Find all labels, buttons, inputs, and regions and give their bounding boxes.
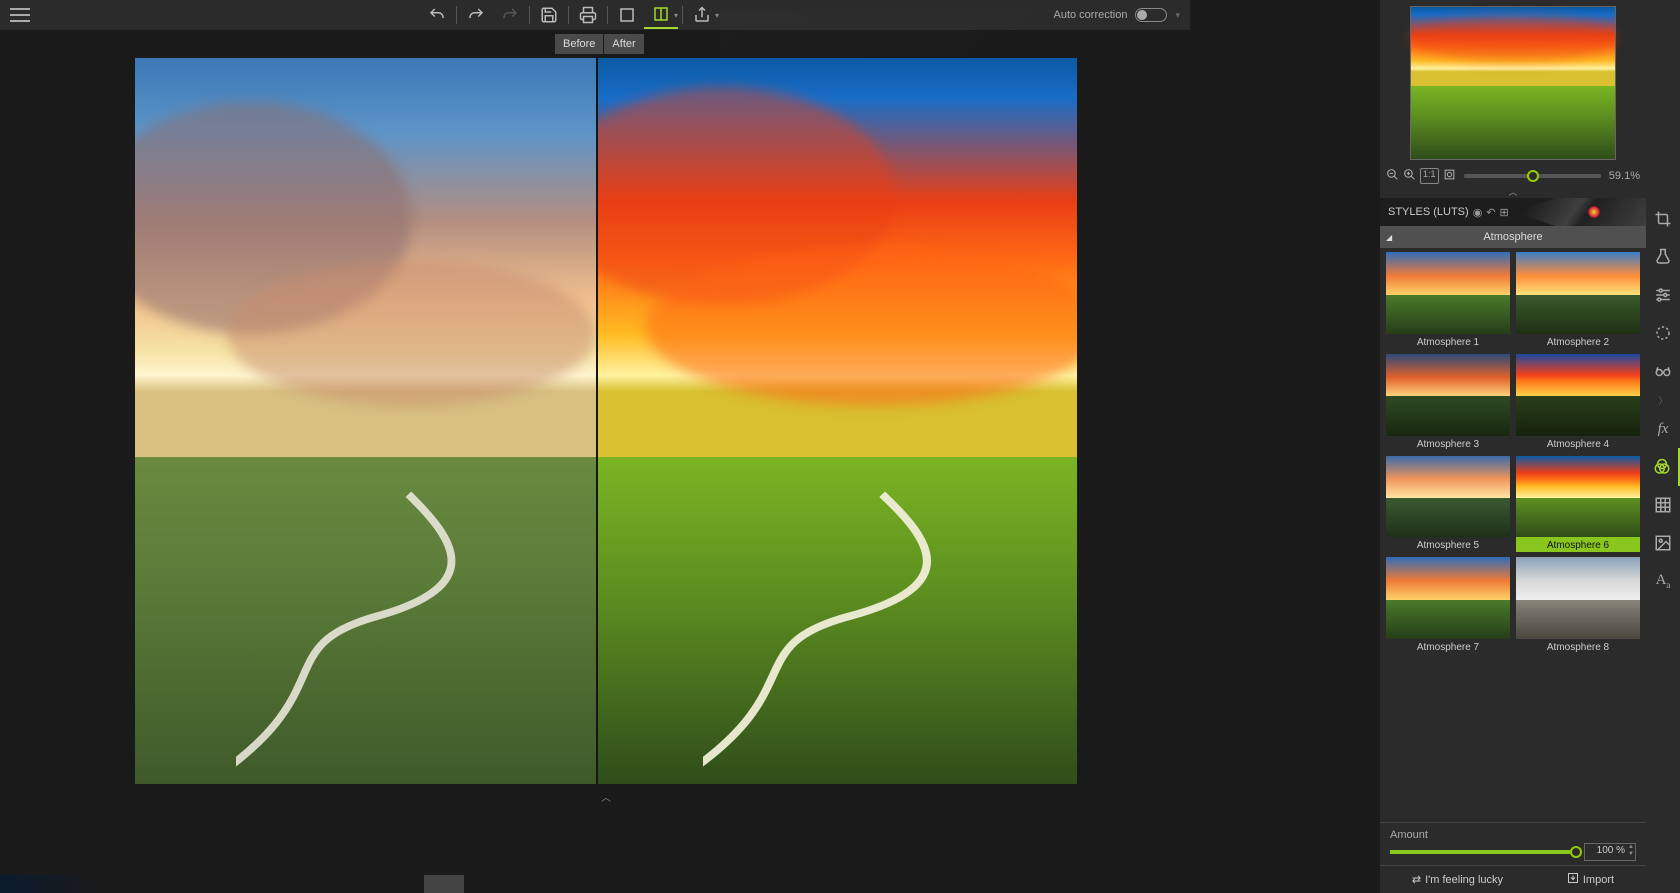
collapse-triangle-icon: ◢ [1386,233,1392,242]
auto-correction-toggle[interactable] [1135,8,1167,22]
style-thumb-label: Atmosphere 5 [1386,537,1510,552]
style-thumb-label: Atmosphere 4 [1516,436,1640,451]
zoom-100-icon[interactable]: 1:1 [1420,168,1439,184]
style-thumb[interactable]: Atmosphere 5 [1386,456,1510,553]
mosaic-tool-icon[interactable] [1646,486,1680,524]
amount-label: Amount [1390,829,1636,841]
thumbs-scroll[interactable]: Atmosphere 1 Atmosphere 2 Atmosphere 3 Atmo… [1380,248,1646,822]
zoom-slider[interactable] [1464,174,1601,178]
text-tool-icon[interactable]: Aa [1646,562,1680,600]
fx-tool-icon[interactable]: fx [1646,410,1680,448]
auto-correction-label: Auto correction [1053,9,1127,21]
import-icon [1567,872,1579,887]
glasses-tool-icon[interactable] [1646,352,1680,390]
style-thumb[interactable]: Atmosphere 6 [1516,456,1640,553]
panel-collapse-chevron-icon[interactable]: ︿ [1380,188,1646,198]
right-panel: 1:1 59.1% ︿ STYLES (LUTS) ◉ ↶ ⊞ ◢ Atmosp… [1380,0,1680,893]
amount-row: Amount 100 % ▲▼ [1380,822,1646,865]
visibility-toggle-icon[interactable]: ◉ [1473,206,1483,219]
import-button[interactable]: Import [1567,872,1614,887]
redo-button[interactable] [459,1,493,29]
view-split-button[interactable] [644,1,678,29]
style-thumb-label: Atmosphere 7 [1386,639,1510,654]
style-thumb[interactable]: Atmosphere 7 [1386,557,1510,654]
zoom-in-icon[interactable] [1403,168,1416,184]
feeling-lucky-button[interactable]: ⇄ I'm feeling lucky [1412,873,1503,886]
category-label: Atmosphere [1483,231,1542,243]
style-thumb-label: Atmosphere 6 [1516,537,1640,552]
toolstrip-expand-icon[interactable]: 〉 [1646,390,1680,410]
style-thumb[interactable]: Atmosphere 2 [1516,252,1640,349]
shuffle-icon: ⇄ [1412,873,1421,886]
print-button[interactable] [571,1,605,29]
amount-step-up-icon[interactable]: ▲ [1628,844,1634,851]
canvas-before [135,58,596,784]
selection-tool-icon[interactable] [1646,314,1680,352]
style-thumb-label: Atmosphere 1 [1386,334,1510,349]
zoom-out-icon[interactable] [1386,168,1399,184]
style-thumb-label: Atmosphere 8 [1516,639,1640,654]
tool-strip: 〉 fx Aa [1646,200,1680,600]
status-bar [0,875,1190,893]
zoom-fit-icon[interactable] [1443,168,1456,184]
style-category-header[interactable]: ◢ Atmosphere [1380,226,1646,248]
styles-header-label: STYLES (LUTS) [1388,206,1469,218]
undo-button[interactable] [420,1,454,29]
amount-slider[interactable] [1390,850,1576,854]
styles-section-header[interactable]: STYLES (LUTS) ◉ ↶ ⊞ [1380,198,1646,226]
style-thumb[interactable]: Atmosphere 1 [1386,252,1510,349]
style-thumb[interactable]: Atmosphere 4 [1516,354,1640,451]
canvas-expand-chevron-icon[interactable]: ︿ [601,789,611,804]
photo-tool-icon[interactable] [1646,524,1680,562]
preview-thumbnail[interactable] [1410,6,1616,160]
view-single-button[interactable] [610,1,644,29]
style-thumb-label: Atmosphere 2 [1516,334,1640,349]
reset-icon[interactable]: ↶ [1486,206,1495,219]
image-canvas[interactable]: ︿ [135,58,1077,784]
auto-correction-chevron-icon[interactable]: ▾ [1175,10,1180,21]
amount-value-input[interactable]: 100 % ▲▼ [1584,843,1636,861]
canvas-after [598,58,1077,784]
style-thumb-label: Atmosphere 3 [1386,436,1510,451]
before-label: Before [555,34,603,54]
venn-tool-icon[interactable] [1646,448,1680,486]
style-thumb[interactable]: Atmosphere 8 [1516,557,1640,654]
style-thumb[interactable]: Atmosphere 3 [1386,354,1510,451]
save-button[interactable] [532,1,566,29]
compare-labels: Before After [555,30,644,58]
crop-tool-icon[interactable] [1646,200,1680,238]
share-button[interactable] [685,1,719,29]
redo-alt-button[interactable] [493,1,527,29]
styles-footer: ⇄ I'm feeling lucky Import [1380,865,1646,893]
after-label: After [604,34,643,54]
sliders-tool-icon[interactable] [1646,276,1680,314]
top-toolbar: ▾ ▾ Auto correction ▾ [0,0,1190,30]
amount-value-text: 100 % [1597,845,1625,856]
zoom-value: 59.1% [1609,170,1640,182]
zoom-controls: 1:1 59.1% [1380,164,1646,188]
lucky-label: I'm feeling lucky [1425,874,1503,886]
amount-step-down-icon[interactable]: ▼ [1628,851,1634,858]
lab-tool-icon[interactable] [1646,238,1680,276]
import-label: Import [1583,874,1614,886]
grid-view-icon[interactable]: ⊞ [1500,206,1509,219]
menu-button[interactable] [8,3,32,27]
